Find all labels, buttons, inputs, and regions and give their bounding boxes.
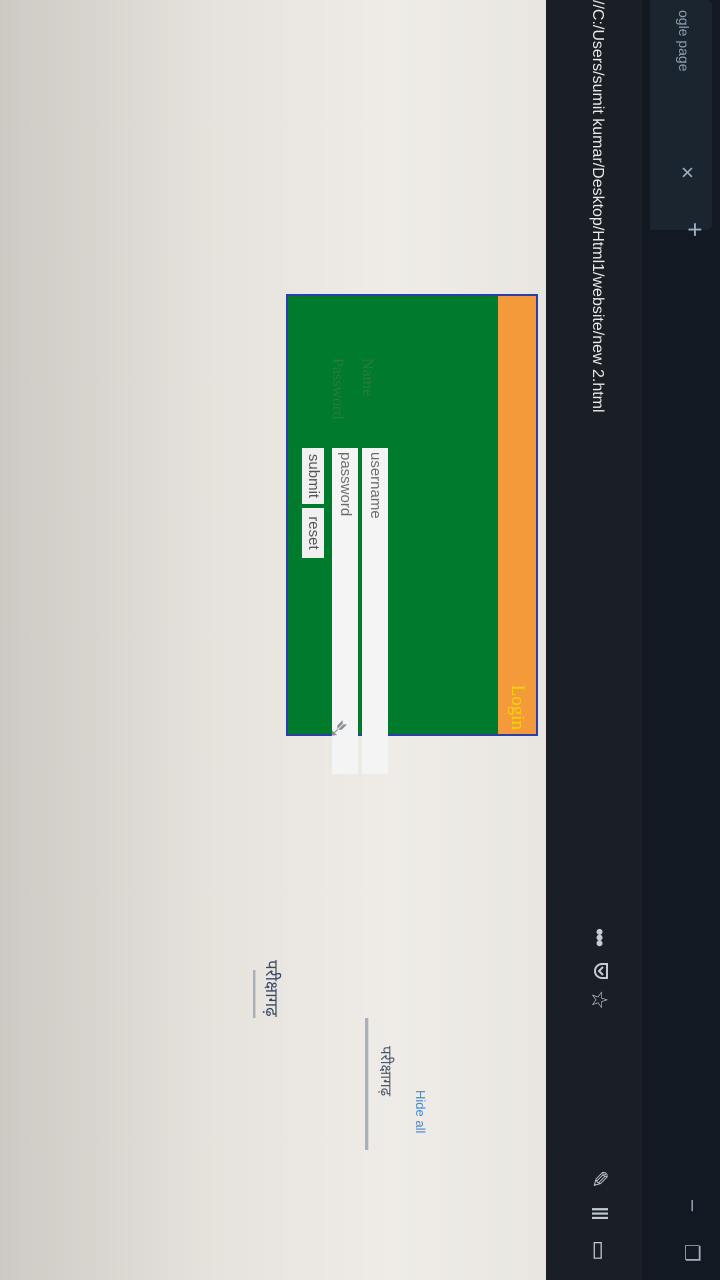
- sidebar-icon[interactable]: ▭: [586, 1240, 612, 1261]
- tools-icon[interactable]: ✎: [586, 1170, 612, 1188]
- name-label: Name: [359, 358, 376, 397]
- new-tab-icon[interactable]: +: [679, 222, 710, 237]
- library-icon[interactable]: Ⅲ: [586, 1206, 612, 1221]
- restore-icon[interactable]: ❐: [679, 1244, 704, 1262]
- login-form: Login Name Password username password su…: [286, 294, 538, 774]
- tab-bar: ogle page × + – ❐: [642, 0, 720, 1280]
- brand-tagline-line: ▬▬▬▬▬▬: [251, 970, 260, 1018]
- browser-tab[interactable]: ogle page ×: [650, 0, 712, 230]
- star-icon[interactable]: ☆: [586, 990, 612, 1010]
- password-label: Password: [329, 358, 346, 420]
- hide-all-link[interactable]: Hide all: [413, 1090, 428, 1133]
- address-bar[interactable]: //C:/Users/sumit kumar/Desktop/Html1/web…: [588, 0, 606, 413]
- brand-subtitle-line: ▬▬▬▬▬▬▬▬▬▬▬▬: [362, 1018, 374, 1150]
- login-header: Login: [498, 296, 536, 734]
- submit-button[interactable]: submit: [302, 448, 324, 504]
- minimize-icon[interactable]: –: [681, 1200, 704, 1211]
- pocket-icon[interactable]: [586, 962, 612, 980]
- brand-name-small: परीक्षागढ़: [377, 1046, 394, 1097]
- tab-title: ogle page: [676, 10, 692, 72]
- mouse-cursor-icon: ➴: [324, 718, 354, 740]
- username-input[interactable]: username: [362, 448, 388, 774]
- more-menu-icon[interactable]: •••: [586, 928, 612, 945]
- reset-button[interactable]: reset: [302, 508, 324, 558]
- page-content: Login Name Password username password su…: [0, 0, 546, 1280]
- brand-name-large: परीक्षागढ़: [262, 960, 281, 1017]
- login-title: Login: [507, 684, 528, 730]
- close-tab-icon[interactable]: ×: [674, 166, 700, 179]
- browser-screen: ogle page × + – ❐ //C:/Users/sumit kumar…: [0, 0, 720, 1280]
- navigation-bar: //C:/Users/sumit kumar/Desktop/Html1/web…: [546, 0, 642, 1280]
